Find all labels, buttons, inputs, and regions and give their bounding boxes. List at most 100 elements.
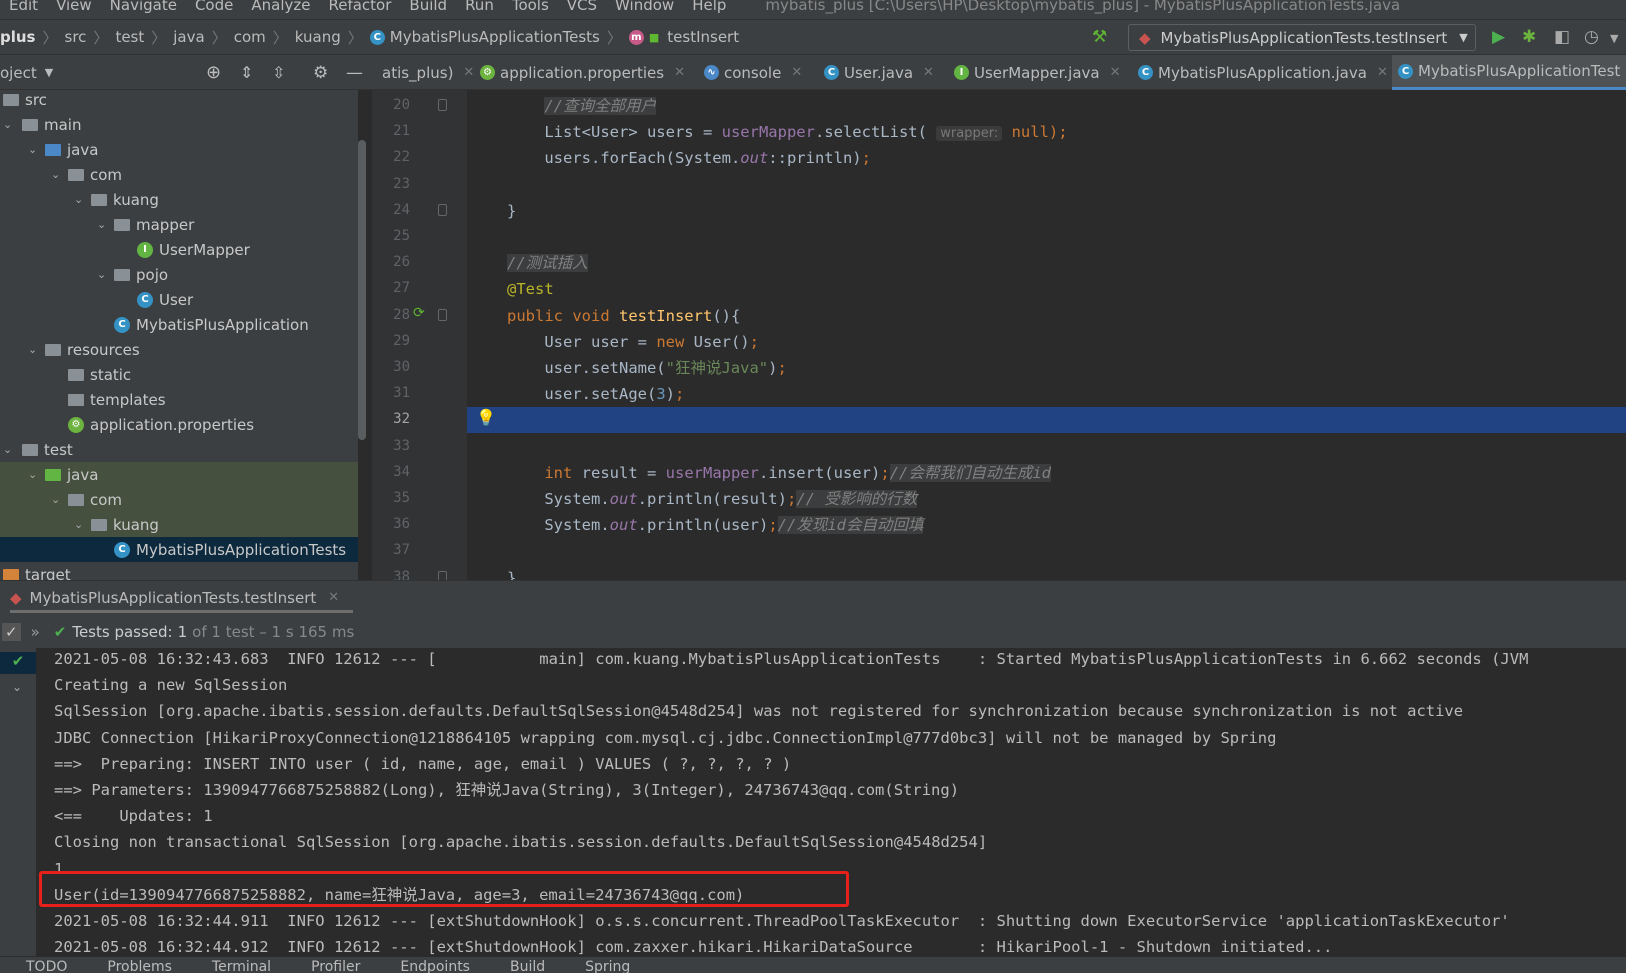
- breadcrumb-item[interactable]: src: [65, 28, 87, 46]
- tool-window-profiler[interactable]: Profiler: [311, 959, 360, 973]
- coverage-icon[interactable]: ◧: [1554, 27, 1570, 47]
- close-icon[interactable]: ✕: [1377, 65, 1388, 80]
- code-line[interactable]: User user = new User();: [507, 329, 759, 355]
- menu-build[interactable]: Build: [409, 0, 447, 14]
- chevron-down-icon[interactable]: ⌄: [28, 343, 37, 356]
- menu-navigate[interactable]: Navigate: [110, 0, 177, 14]
- tree-item[interactable]: src: [0, 90, 358, 112]
- tree-item[interactable]: ⌄ test: [0, 437, 358, 462]
- fold-icon[interactable]: [438, 308, 447, 321]
- menu-window[interactable]: Window: [615, 0, 674, 14]
- tool-window-endpoints[interactable]: Endpoints: [400, 959, 470, 973]
- hide-icon[interactable]: —: [346, 63, 363, 83]
- chevron-down-icon[interactable]: ⌄: [97, 218, 106, 231]
- close-icon[interactable]: ✕: [923, 65, 934, 80]
- chevron-down-icon[interactable]: ⌄: [3, 118, 12, 131]
- chevron-down-icon[interactable]: ⌄: [74, 518, 83, 531]
- code-line[interactable]: public void testInsert(){: [507, 303, 740, 329]
- menu-help[interactable]: Help: [692, 0, 726, 14]
- expand-all-icon[interactable]: ⇕: [240, 63, 253, 82]
- close-icon[interactable]: ✕: [791, 65, 802, 80]
- editor-tab[interactable]: I UserMapper.java ✕: [948, 55, 1127, 90]
- code-line[interactable]: List<User> users = userMapper.selectList…: [507, 119, 1068, 145]
- locate-icon[interactable]: ⊕: [206, 62, 221, 83]
- chevron-down-icon[interactable]: ▼: [1610, 32, 1618, 45]
- code-line[interactable]: @Test: [507, 276, 554, 302]
- collapse-all-icon[interactable]: ⇳: [272, 63, 285, 82]
- breadcrumb-item[interactable]: java: [173, 28, 204, 46]
- profile-icon[interactable]: ◷: [1584, 27, 1599, 47]
- chevron-down-icon[interactable]: ⌄: [97, 268, 106, 281]
- menu-edit[interactable]: Edit: [9, 0, 38, 14]
- tree-item[interactable]: ⌄ java: [0, 137, 358, 162]
- tree-item[interactable]: target: [0, 562, 358, 580]
- tree-item[interactable]: ⌄ com: [0, 487, 358, 512]
- code-line[interactable]: //查询全部用户: [507, 93, 656, 119]
- menu-code[interactable]: Code: [195, 0, 233, 14]
- tree-item[interactable]: ⌄ kuang: [0, 187, 358, 212]
- run-icon[interactable]: ▶: [1492, 27, 1505, 47]
- run-tab[interactable]: ◆ MybatisPlusApplicationTests.testInsert…: [10, 585, 354, 613]
- code-line[interactable]: System.out.println(result);// 受影响的行数: [507, 486, 918, 512]
- tool-window-terminal[interactable]: Terminal: [212, 959, 271, 973]
- editor-tab[interactable]: C MybatisPlusApplicationTest: [1392, 55, 1626, 90]
- rerun-icon[interactable]: ✓: [2, 623, 21, 641]
- menu-vcs[interactable]: VCS: [567, 0, 597, 14]
- chevron-down-icon[interactable]: ⌄: [12, 680, 22, 694]
- close-icon[interactable]: ✕: [328, 590, 339, 605]
- code-line[interactable]: System.out.println(user);//发现id会自动回填: [507, 512, 924, 538]
- tree-item[interactable]: ⚙ application.properties: [0, 412, 358, 437]
- editor-tab[interactable]: C User.java ✕: [818, 55, 940, 90]
- breadcrumb-item[interactable]: plus: [0, 28, 36, 46]
- more-icon[interactable]: »: [31, 623, 40, 641]
- menu-analyze[interactable]: Analyze: [251, 0, 310, 14]
- chevron-down-icon[interactable]: ⌄: [3, 443, 12, 456]
- debug-icon[interactable]: ✱: [1522, 27, 1536, 47]
- code-editor[interactable]: 20 21 22 23 24 25 26 27 28 29 30 31 32 33 34 35 36 37 38 ⟳ …: [372, 90, 1626, 580]
- breadcrumb-item[interactable]: com: [234, 28, 266, 46]
- code-line[interactable]: user.setAge(3);: [507, 381, 684, 407]
- tool-window-problems[interactable]: Problems: [107, 959, 172, 973]
- tree-item[interactable]: ⌄ pojo: [0, 262, 358, 287]
- chevron-down-icon[interactable]: ▼: [45, 66, 53, 79]
- tree-item[interactable]: ⌄ com: [0, 162, 358, 187]
- tree-item[interactable]: C MybatisPlusApplicationTests: [0, 537, 358, 562]
- chevron-down-icon[interactable]: ⌄: [28, 468, 37, 481]
- code-line[interactable]: user.setName("狂神说Java");: [507, 355, 787, 381]
- editor-tab[interactable]: ∿ console ✕: [698, 55, 808, 90]
- close-icon[interactable]: ✕: [1110, 65, 1121, 80]
- console-output[interactable]: 2021-05-08 16:32:43.683 INFO 12612 --- […: [36, 648, 1626, 956]
- tree-item[interactable]: templates: [0, 387, 358, 412]
- test-pass-icon[interactable]: ✔: [0, 652, 36, 674]
- close-icon[interactable]: ✕: [463, 65, 474, 80]
- fold-icon[interactable]: [438, 99, 447, 111]
- tree-item[interactable]: I UserMapper: [0, 237, 358, 262]
- close-icon[interactable]: ✕: [674, 65, 685, 80]
- tree-item[interactable]: C MybatisPlusApplication: [0, 312, 358, 337]
- tree-item[interactable]: C User: [0, 287, 358, 312]
- menu-tools[interactable]: Tools: [512, 0, 549, 14]
- tree-scrollbar[interactable]: [358, 140, 366, 440]
- gear-icon[interactable]: ⚙: [313, 63, 328, 83]
- chevron-down-icon[interactable]: ⌄: [74, 193, 83, 206]
- chevron-down-icon[interactable]: ⌄: [51, 493, 60, 506]
- tree-item[interactable]: ⌄ main: [0, 112, 358, 137]
- run-test-gutter-icon[interactable]: ⟳: [413, 305, 425, 321]
- tree-item[interactable]: ⌄ resources: [0, 337, 358, 362]
- tree-item[interactable]: static: [0, 362, 358, 387]
- code-line[interactable]: users.forEach(System.out::println);: [507, 145, 871, 171]
- tool-window-todo[interactable]: TODO: [26, 959, 67, 973]
- breadcrumb-item[interactable]: m ■ testInsert: [628, 28, 739, 46]
- lightbulb-icon[interactable]: 💡: [476, 408, 496, 427]
- tree-item[interactable]: ⌄ kuang: [0, 512, 358, 537]
- run-config-dropdown[interactable]: ◆ MybatisPlusApplicationTests.testInsert…: [1128, 24, 1476, 51]
- code-line[interactable]: //测试插入: [507, 250, 588, 276]
- code-line[interactable]: int result = userMapper.insert(user);//会…: [507, 460, 1051, 486]
- tree-item[interactable]: ⌄ mapper: [0, 212, 358, 237]
- editor-tab[interactable]: atis_plus) ✕: [376, 55, 480, 90]
- project-view-selector[interactable]: oject: [0, 64, 37, 82]
- tool-window-spring[interactable]: Spring: [585, 959, 630, 973]
- menu-view[interactable]: View: [56, 0, 92, 14]
- editor-tab[interactable]: C MybatisPlusApplication.java ✕: [1132, 55, 1394, 90]
- editor-tab[interactable]: ⚙ application.properties ✕: [474, 55, 691, 90]
